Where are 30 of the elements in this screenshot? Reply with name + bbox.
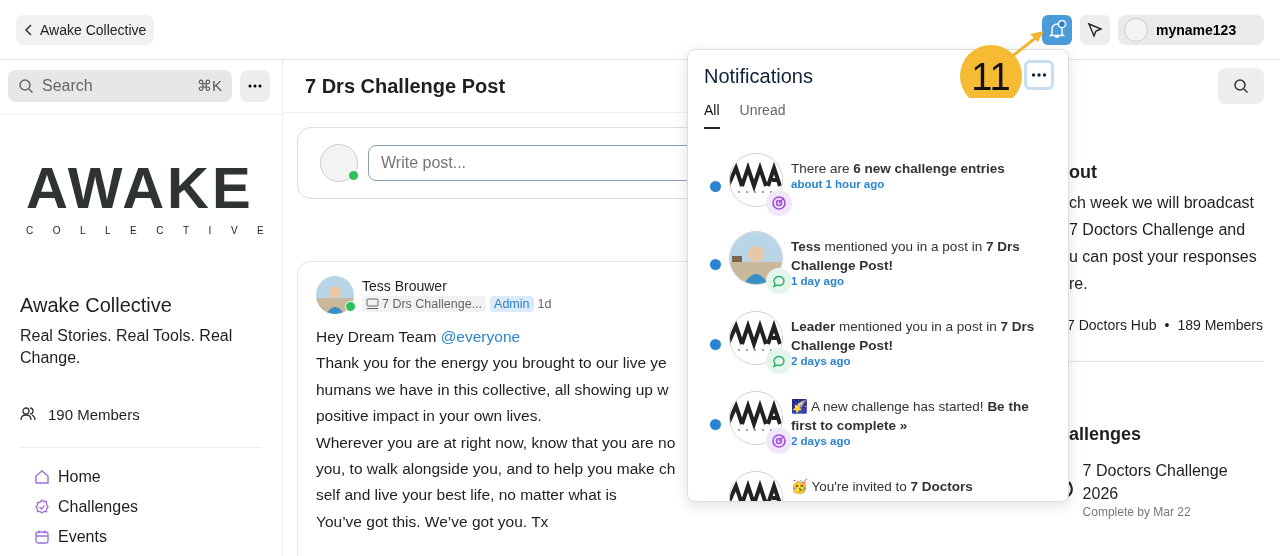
notification-time: 1 day ago bbox=[791, 275, 846, 287]
community-title: Awake Collective bbox=[20, 294, 173, 317]
post-text: positive impact in your own lives. bbox=[316, 406, 542, 427]
about-text: ch week we will broadcast bbox=[1069, 193, 1255, 213]
logo-subtitle: COLLECTIVE bbox=[26, 225, 262, 236]
challenge-due: Complete by Mar 22 bbox=[1082, 505, 1192, 519]
about-text: 7 Doctors Challenge and bbox=[1069, 220, 1247, 240]
notification-time: about 1 hour ago bbox=[791, 178, 886, 190]
separator-dot: • bbox=[1164, 317, 1170, 333]
page-title: 7 Drs Challenge Post bbox=[305, 74, 506, 98]
post-text: Thank you for the energy you brought to our live ye bbox=[316, 353, 667, 374]
about-text: re. bbox=[1069, 274, 1089, 294]
section-heading: allenges bbox=[1069, 424, 1143, 445]
post-time: 1d bbox=[537, 297, 552, 311]
notification-time: 2 days ago bbox=[791, 355, 852, 367]
post-text: Hey Dream Team @everyone bbox=[316, 327, 521, 347]
post-text: You’ve got this. We’ve got you. Tx bbox=[316, 511, 549, 532]
section-heading: out bbox=[1069, 162, 1098, 183]
notification-time: 2 days ago bbox=[791, 435, 852, 447]
members-count: 190 Members bbox=[48, 405, 140, 423]
post-text: you, to walk alongside you, and to help you make ch bbox=[316, 459, 676, 480]
community-description: Real Stories. Real Tools. Real Change. bbox=[20, 326, 234, 369]
post-text: self and live your best life, no matter what is bbox=[316, 485, 617, 506]
logo-wordmark: AWAKE bbox=[26, 159, 255, 217]
hub-members: 189 Members bbox=[1177, 317, 1263, 333]
about-text: u can post your responses bbox=[1069, 247, 1258, 267]
panel-title: Notifications bbox=[704, 65, 813, 88]
post-text: Wherever you are at right now, know that you are no bbox=[316, 432, 676, 453]
role-tag: Admin bbox=[490, 296, 534, 312]
post-text: humans we have in this collective, all showing up w bbox=[316, 379, 669, 400]
